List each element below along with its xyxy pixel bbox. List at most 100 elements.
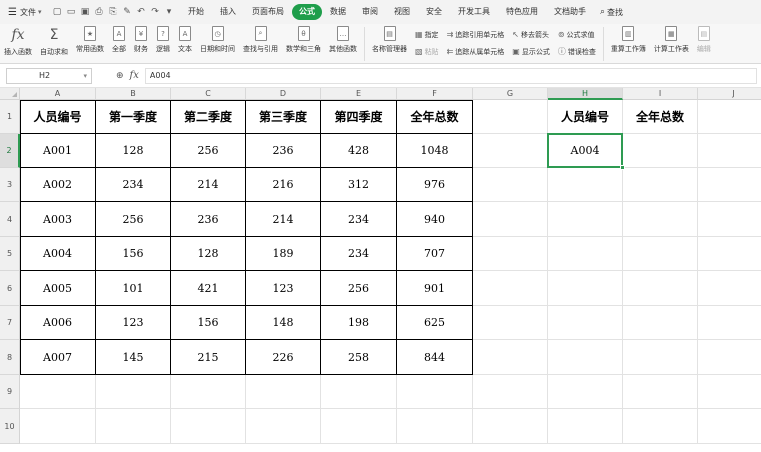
cell[interactable] — [473, 168, 548, 202]
select-all-corner[interactable] — [0, 88, 20, 100]
cell[interactable] — [698, 100, 761, 134]
table-cell[interactable]: 128 — [171, 237, 246, 271]
search-button[interactable]: ⌕ 查找 — [594, 7, 623, 18]
cell[interactable] — [96, 375, 171, 409]
evaluate-formula-button[interactable]: ⊚ 公式求值 — [558, 28, 596, 42]
show-formulas-button[interactable]: ▣ 显示公式 — [512, 45, 550, 59]
datetime-functions-button[interactable]: ◷ 日期和时间 — [196, 24, 239, 62]
cell[interactable] — [96, 409, 171, 444]
tab-data[interactable]: 数据 — [322, 4, 354, 20]
column-header-i[interactable]: I — [623, 88, 698, 100]
cell[interactable] — [397, 409, 473, 444]
autosum-button[interactable]: Σ 自动求和 — [36, 24, 72, 62]
cell[interactable] — [623, 340, 698, 375]
table-cell[interactable]: 844 — [397, 340, 473, 375]
tab-insert[interactable]: 插入 — [212, 4, 244, 20]
table-cell[interactable]: 976 — [397, 168, 473, 202]
calc-sheet-button[interactable]: ▦ 计算工作表 — [650, 24, 693, 62]
tab-security[interactable]: 安全 — [418, 4, 450, 20]
table-cell[interactable]: A003 — [20, 202, 96, 237]
finance-functions-button[interactable]: ¥ 财务 — [130, 24, 152, 62]
name-box[interactable]: H2 ▾ — [6, 67, 92, 84]
table-cell[interactable]: 215 — [171, 340, 246, 375]
all-functions-button[interactable]: A 全部 — [108, 24, 130, 62]
tab-developer[interactable]: 开发工具 — [450, 4, 498, 20]
name-manager-button[interactable]: ▤ 名称管理器 — [368, 24, 411, 62]
fill-handle[interactable] — [620, 165, 625, 170]
lookup-result-cell[interactable] — [623, 134, 698, 168]
row-header-2[interactable]: 2 — [0, 134, 20, 168]
cell[interactable] — [623, 306, 698, 340]
new-doc-icon[interactable]: ▢ — [52, 7, 62, 17]
tab-review[interactable]: 审阅 — [354, 4, 386, 20]
cell[interactable] — [246, 409, 321, 444]
table-cell[interactable]: 101 — [96, 271, 171, 306]
column-header-c[interactable]: C — [171, 88, 246, 100]
format-painter-icon[interactable]: ✎ — [122, 7, 132, 17]
table-cell[interactable]: 258 — [321, 340, 397, 375]
row-header-7[interactable]: 7 — [0, 306, 20, 340]
table-cell[interactable]: A002 — [20, 168, 96, 202]
row-header-5[interactable]: 5 — [0, 237, 20, 271]
row-header-4[interactable]: 4 — [0, 202, 20, 237]
common-functions-button[interactable]: ★ 常用函数 — [72, 24, 108, 62]
cell[interactable] — [698, 306, 761, 340]
table-cell[interactable]: 156 — [171, 306, 246, 340]
cell[interactable] — [473, 202, 548, 237]
table-header-cell[interactable]: 第二季度 — [171, 100, 246, 134]
table-header-cell[interactable]: 全年总数 — [397, 100, 473, 134]
table-cell[interactable]: 707 — [397, 237, 473, 271]
cell[interactable] — [548, 306, 623, 340]
zoom-search-icon[interactable]: ⊕ — [116, 71, 124, 81]
cell[interactable] — [623, 271, 698, 306]
table-cell[interactable]: 940 — [397, 202, 473, 237]
cell[interactable] — [698, 409, 761, 444]
save-icon[interactable]: ▣ — [80, 7, 90, 17]
table-cell[interactable]: 625 — [397, 306, 473, 340]
cell[interactable] — [698, 134, 761, 168]
tab-view[interactable]: 视图 — [386, 4, 418, 20]
table-cell[interactable]: 214 — [246, 202, 321, 237]
table-cell[interactable]: 145 — [96, 340, 171, 375]
file-menu[interactable]: ☰ 文件 ▾ — [0, 7, 52, 18]
table-cell[interactable]: 189 — [246, 237, 321, 271]
row-header-1[interactable]: 1 — [0, 100, 20, 134]
text-functions-button[interactable]: A 文本 — [174, 24, 196, 62]
lookup-header-cell[interactable]: 人员编号 — [548, 100, 623, 134]
table-cell[interactable]: 226 — [246, 340, 321, 375]
table-cell[interactable]: 128 — [96, 134, 171, 168]
cell[interactable] — [246, 375, 321, 409]
table-header-cell[interactable]: 人员编号 — [20, 100, 96, 134]
table-cell[interactable]: A001 — [20, 134, 96, 168]
table-cell[interactable]: 234 — [321, 202, 397, 237]
cell[interactable] — [698, 202, 761, 237]
cell[interactable] — [698, 375, 761, 409]
table-cell[interactable]: A007 — [20, 340, 96, 375]
lookup-header-cell[interactable]: 全年总数 — [623, 100, 698, 134]
column-header-b[interactable]: B — [96, 88, 171, 100]
table-cell[interactable]: 236 — [246, 134, 321, 168]
cell[interactable] — [473, 306, 548, 340]
column-header-h[interactable]: H — [548, 88, 623, 100]
table-cell[interactable]: 148 — [246, 306, 321, 340]
trace-dependents-button[interactable]: ⇇ 追踪从属单元格 — [447, 45, 505, 59]
tab-features[interactable]: 特色应用 — [498, 4, 546, 20]
cell[interactable] — [548, 340, 623, 375]
error-check-button[interactable]: ⓘ 错误检查 — [558, 45, 596, 59]
recalc-workbook-button[interactable]: ▥ 重算工作簿 — [607, 24, 650, 62]
table-cell[interactable]: 123 — [246, 271, 321, 306]
table-cell[interactable]: 236 — [171, 202, 246, 237]
cell[interactable] — [548, 271, 623, 306]
row-header-9[interactable]: 9 — [0, 375, 20, 409]
lookup-functions-button[interactable]: ⌕ 查找与引用 — [239, 24, 282, 62]
tab-page-layout[interactable]: 页面布局 — [244, 4, 292, 20]
cell[interactable] — [698, 168, 761, 202]
column-header-e[interactable]: E — [321, 88, 397, 100]
cell[interactable] — [473, 271, 548, 306]
cell[interactable] — [623, 375, 698, 409]
cell[interactable] — [473, 100, 548, 134]
row-header-8[interactable]: 8 — [0, 340, 20, 375]
cell[interactable] — [548, 237, 623, 271]
cell[interactable] — [473, 237, 548, 271]
tab-doc-assistant[interactable]: 文档助手 — [546, 4, 594, 20]
